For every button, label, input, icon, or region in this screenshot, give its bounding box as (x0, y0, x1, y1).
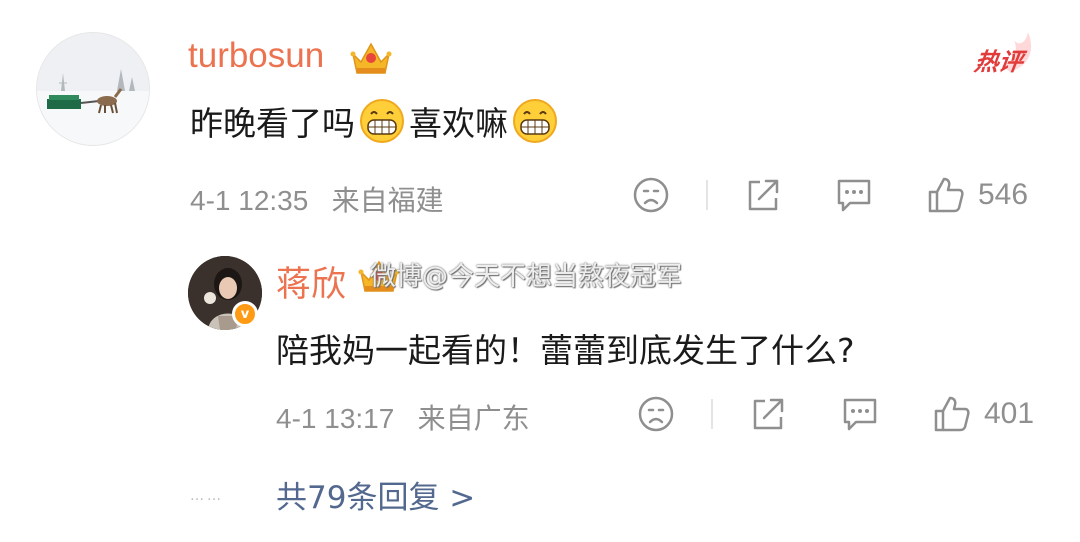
action-divider (711, 399, 713, 429)
username-turbosun[interactable]: turbosun (188, 36, 324, 76)
dislike-button[interactable] (632, 176, 670, 214)
reply-location: 来自广东 (417, 403, 530, 434)
verified-icon: v (232, 301, 258, 327)
username-jiangxin[interactable]: 蒋欣 (276, 256, 346, 307)
repost-icon (748, 179, 779, 211)
reply-text-content: 陪我妈一起看的！蕾蕾到底发生了什么? (276, 331, 855, 370)
comment-meta: 4-1 12:35 来自福建 (190, 179, 444, 219)
comment-text-part1: 昨晚看了吗 (190, 104, 355, 143)
reply-like-button[interactable]: 401 (932, 394, 1034, 434)
comment-button[interactable] (834, 176, 874, 214)
avatar-snow-sleigh-image (37, 33, 149, 145)
dislike-face-icon (633, 177, 669, 213)
like-count: 546 (978, 178, 1029, 211)
like-thumb-icon (928, 177, 964, 213)
more-replies-dots: …… (190, 488, 224, 504)
reply-dislike-button[interactable] (637, 395, 675, 433)
comment-icon (843, 398, 877, 431)
comment-icon (837, 179, 871, 212)
reply-repost-button[interactable] (749, 395, 787, 433)
more-replies-link[interactable]: 共79条回复 > (276, 472, 475, 517)
reply-text: 陪我妈一起看的！蕾蕾到底发生了什么? (276, 324, 855, 372)
reply-timestamp: 4-1 13:17 (276, 403, 395, 434)
comment-location: 来自福建 (331, 185, 444, 216)
hot-comment-badge: 热评 (972, 48, 1025, 76)
reply-comment-button[interactable] (840, 395, 880, 433)
comment-text: 昨晚看了吗 喜欢嘛 (190, 97, 562, 145)
weibo-watermark: 微博@今天不想当熬夜冠军 (370, 262, 683, 292)
comment-timestamp: 4-1 12:35 (190, 185, 309, 216)
grin-emoji-icon (360, 99, 404, 143)
action-divider (706, 180, 708, 210)
avatar-turbosun[interactable] (36, 32, 150, 146)
dislike-face-icon (638, 396, 674, 432)
repost-button[interactable] (744, 176, 782, 214)
reply-meta: 4-1 13:17 来自广东 (276, 397, 530, 437)
reply-like-count: 401 (984, 397, 1035, 430)
grin-emoji-icon (513, 99, 557, 143)
crown-icon (350, 42, 392, 74)
like-thumb-icon (934, 396, 970, 432)
comment-text-part2: 喜欢嘛 (409, 104, 508, 143)
like-button[interactable]: 546 (926, 175, 1028, 215)
repost-icon (753, 398, 784, 430)
